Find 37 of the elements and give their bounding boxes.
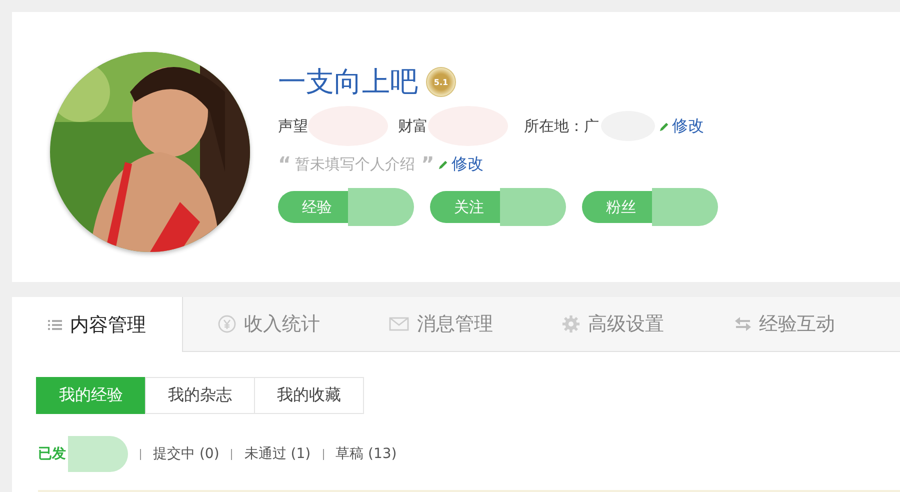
sub-tab[interactable]: 我的收藏 <box>254 377 364 414</box>
arrows-icon <box>735 317 751 331</box>
yen-icon <box>218 315 236 333</box>
pencil-icon <box>438 158 450 170</box>
filter-link[interactable]: 未通过 (1) <box>244 445 311 463</box>
intro-text: 暂未填写个人介绍 <box>295 154 416 174</box>
location-text: 广 <box>584 116 599 136</box>
quote-mark: ” <box>421 152 434 176</box>
settings-icon <box>562 315 580 333</box>
tab[interactable]: 内容管理 <box>12 297 183 352</box>
blur-patch <box>68 436 128 472</box>
pencil-icon <box>659 120 670 132</box>
blur-patch <box>652 188 718 226</box>
stat-label: 财富 <box>398 116 428 136</box>
list-icon <box>48 318 62 330</box>
counter-button[interactable]: 粉丝 <box>582 191 652 223</box>
user-name: 一支向上吧 <box>278 64 418 100</box>
envelope-icon <box>389 317 409 331</box>
tab[interactable]: 消息管理 <box>355 297 527 351</box>
quote-mark: “ <box>278 152 292 176</box>
sub-tab[interactable]: 我的经验 <box>36 377 146 414</box>
blur-patch <box>500 188 566 226</box>
tab[interactable]: 经验互动 <box>699 297 871 351</box>
tab[interactable]: 收入统计 <box>183 297 355 351</box>
tab[interactable]: 高级设置 <box>527 297 699 351</box>
counter-button[interactable]: 经验 <box>278 191 348 223</box>
counter-button[interactable]: 关注 <box>430 191 500 223</box>
filter-link[interactable]: 草稿 (13) <box>336 445 397 463</box>
edit-link[interactable]: 修改 <box>672 116 704 136</box>
edit-link[interactable]: 修改 <box>451 154 484 174</box>
medal-badge: 5.1 <box>426 67 456 97</box>
filter-link[interactable]: 提交中 (0) <box>153 445 220 463</box>
sub-tab[interactable]: 我的杂志 <box>145 377 255 414</box>
filter-link[interactable]: 已发 <box>38 445 66 463</box>
blur-patch <box>348 188 414 226</box>
stat-label: 声望 <box>278 116 308 136</box>
location-label: 所在地： <box>524 116 584 136</box>
